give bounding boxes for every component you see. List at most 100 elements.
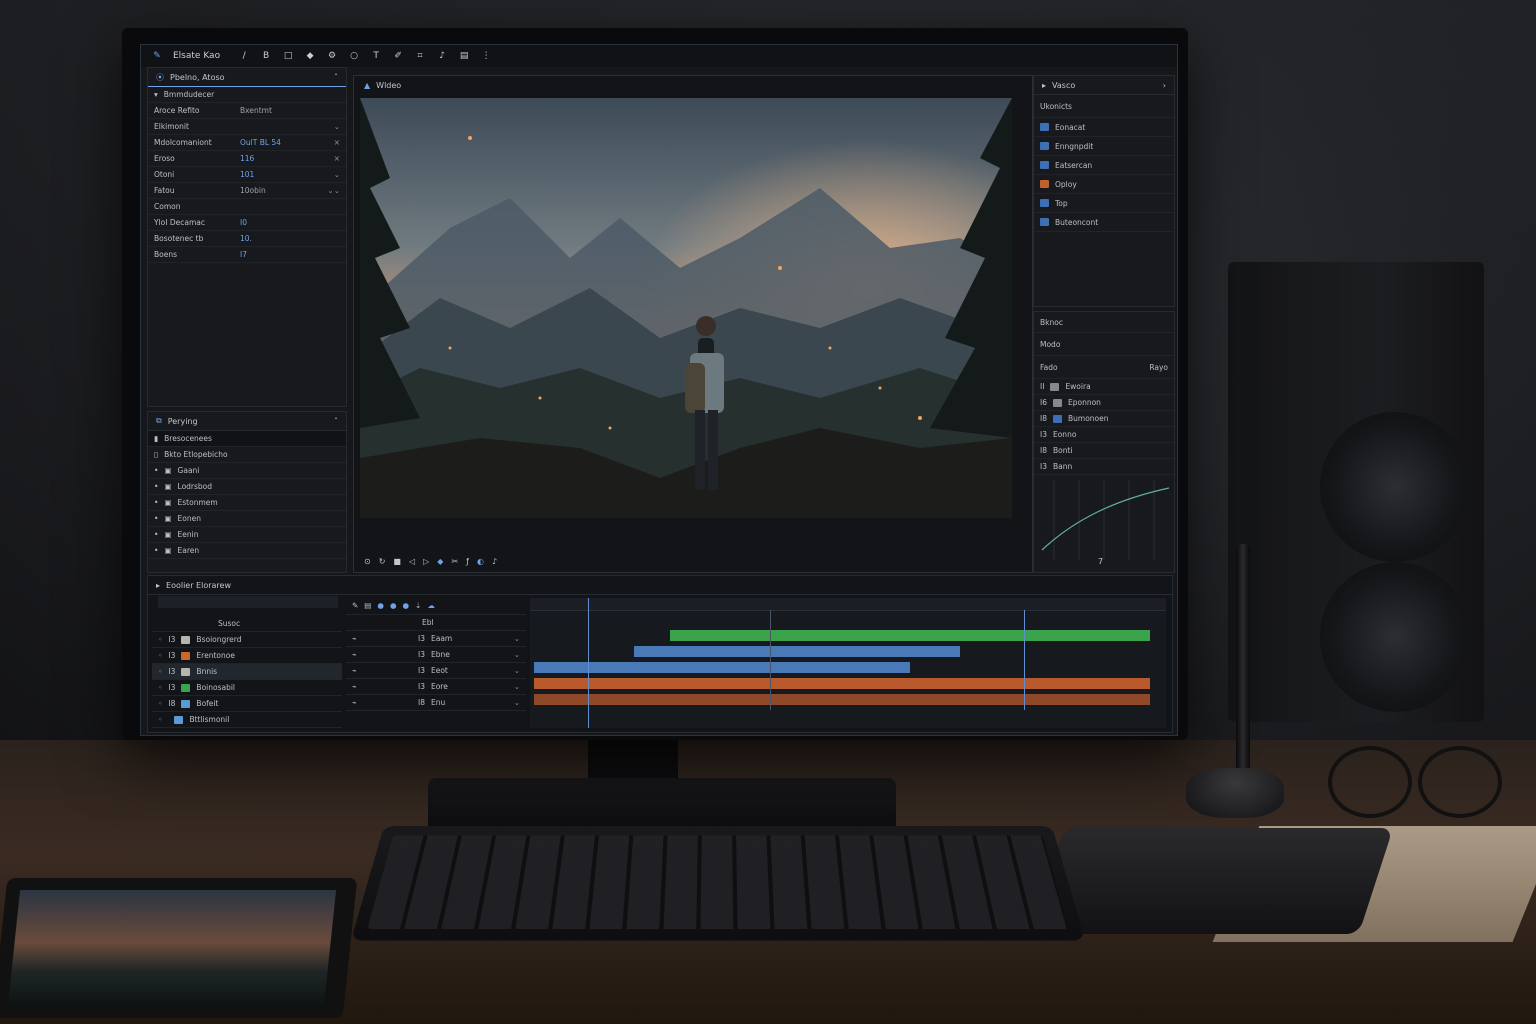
- property-row[interactable]: Fatou 10obin ⌄⌄: [148, 183, 346, 199]
- layer-item[interactable]: • ▣ Lodrsbod: [148, 479, 346, 495]
- effects-header[interactable]: ▸ Vasco ›: [1034, 76, 1174, 95]
- pen-icon[interactable]: ✎: [352, 601, 358, 610]
- property-control[interactable]: ×: [334, 154, 340, 163]
- effect-item[interactable]: Top: [1034, 194, 1174, 213]
- more-icon[interactable]: ⋮: [480, 50, 492, 62]
- eye-icon[interactable]: ◦: [158, 683, 162, 692]
- fade-field[interactable]: Fado Rayo: [1034, 356, 1174, 379]
- prop-row[interactable]: ⌁ I8 Enu ⌄: [346, 695, 526, 711]
- property-row[interactable]: Eroso 116 ×: [148, 151, 346, 167]
- mask-icon[interactable]: ◐: [477, 557, 484, 566]
- timeline-search-input[interactable]: [158, 596, 338, 608]
- fx-icon[interactable]: ƒ: [466, 557, 469, 566]
- prop-value[interactable]: Eaam: [431, 634, 452, 643]
- clip-orange[interactable]: [534, 678, 1150, 689]
- layers-search[interactable]: ▮ Bresocenees: [148, 431, 346, 447]
- effect-item[interactable]: Eatsercan: [1034, 156, 1174, 175]
- audio-icon[interactable]: ♪: [492, 557, 497, 566]
- trim-icon[interactable]: ✂: [451, 557, 458, 566]
- prop-value[interactable]: Enu: [431, 698, 445, 707]
- layer-item[interactable]: • ▣ Eenin: [148, 527, 346, 543]
- grid-icon[interactable]: ▤: [458, 50, 470, 62]
- expand-icon[interactable]: ›: [1163, 81, 1166, 90]
- visibility-icon[interactable]: •: [154, 546, 158, 555]
- property-control[interactable]: ⌄: [334, 170, 340, 179]
- pen-tool-icon[interactable]: ✎: [151, 50, 163, 62]
- layer-item[interactable]: • ▣ Eonen: [148, 511, 346, 527]
- property-control[interactable]: ×: [334, 138, 340, 147]
- layer-item[interactable]: • ▣ Gaani: [148, 463, 346, 479]
- dropdown-icon[interactable]: ⌄: [514, 634, 520, 643]
- eye-icon[interactable]: ◦: [158, 635, 162, 644]
- eye-icon[interactable]: ◦: [158, 651, 162, 660]
- curve-graph[interactable]: [1034, 480, 1174, 560]
- text-icon[interactable]: T: [370, 50, 382, 62]
- prop-handle-icon[interactable]: ⌁: [352, 634, 412, 643]
- preview-frame[interactable]: [360, 98, 1012, 518]
- property-control[interactable]: ⌄⌄: [327, 186, 340, 195]
- layer-item[interactable]: • ▣ Earen: [148, 543, 346, 559]
- pen-tool-icon[interactable]: /: [238, 50, 250, 62]
- visibility-icon[interactable]: •: [154, 498, 158, 507]
- paint-icon[interactable]: ◆: [304, 50, 316, 62]
- effect-item[interactable]: Enngnpdit: [1034, 137, 1174, 156]
- prop-handle-icon[interactable]: ⌁: [352, 650, 412, 659]
- circle-icon[interactable]: ●: [402, 601, 409, 610]
- prop-value[interactable]: Eeot: [431, 666, 448, 675]
- property-value[interactable]: 10obin: [240, 186, 320, 195]
- property-row[interactable]: Otoni 101 ⌄: [148, 167, 346, 183]
- collapse-icon[interactable]: ˆ: [334, 73, 338, 82]
- effect-item[interactable]: Eonacat: [1034, 118, 1174, 137]
- property-value[interactable]: I7: [240, 250, 320, 259]
- key-row[interactable]: I3 Bann: [1034, 459, 1174, 475]
- prop-handle-icon[interactable]: ⌁: [352, 682, 412, 691]
- property-value[interactable]: 101: [240, 170, 320, 179]
- property-value[interactable]: I0: [240, 218, 320, 227]
- frame-forward-icon[interactable]: ▷: [423, 557, 429, 566]
- clip-green[interactable]: [670, 630, 1150, 641]
- clip-blue[interactable]: [634, 646, 960, 657]
- eye-icon[interactable]: ◦: [158, 699, 162, 708]
- track-row[interactable]: ◦ I8 Bofeit: [152, 696, 342, 712]
- property-row[interactable]: YloI Decamac I0: [148, 215, 346, 231]
- track-row[interactable]: ◦ Bttlismonil: [152, 712, 342, 728]
- marker-icon[interactable]: ◆: [437, 557, 443, 566]
- square-tool-icon[interactable]: □: [282, 50, 294, 62]
- visibility-icon[interactable]: •: [154, 466, 158, 475]
- prop-row[interactable]: ⌁ I3 Eeot ⌄: [346, 663, 526, 679]
- track-row[interactable]: ◦ I3 Bnnis: [152, 664, 342, 680]
- tracks-icon[interactable]: ▤: [364, 601, 371, 610]
- circle-icon[interactable]: ●: [390, 601, 397, 610]
- prop-value[interactable]: Ebne: [431, 650, 450, 659]
- note-icon[interactable]: ♪: [436, 50, 448, 62]
- visibility-icon[interactable]: •: [154, 514, 158, 523]
- key-row[interactable]: II Ewoira: [1034, 379, 1174, 395]
- field-value[interactable]: Rayo: [1149, 363, 1168, 372]
- key-row[interactable]: I8 Bumonoen: [1034, 411, 1174, 427]
- properties-section[interactable]: ▾ Bmmdudecer: [148, 87, 346, 103]
- dropdown-icon[interactable]: ⌄: [514, 666, 520, 675]
- drop-icon[interactable]: ●: [377, 601, 384, 610]
- property-control[interactable]: ⌄: [334, 122, 340, 131]
- clip-blue[interactable]: [534, 662, 910, 673]
- visibility-icon[interactable]: •: [154, 482, 158, 491]
- dropdown-icon[interactable]: ⌄: [514, 650, 520, 659]
- properties-tab[interactable]: ⦿ Pbelno, Atoso ˆ: [148, 68, 346, 87]
- track-row[interactable]: ◦ I3 Boinosabil: [152, 680, 342, 696]
- property-row[interactable]: Comon: [148, 199, 346, 215]
- layer-item[interactable]: • ▣ Estonmem: [148, 495, 346, 511]
- brush-icon[interactable]: ✐: [392, 50, 404, 62]
- effect-item[interactable]: Buteoncont: [1034, 213, 1174, 232]
- property-value[interactable]: 116: [240, 154, 320, 163]
- frame-back-icon[interactable]: ◁: [409, 557, 415, 566]
- lasso-icon[interactable]: ○: [348, 50, 360, 62]
- property-value[interactable]: Bxentmt: [240, 106, 320, 115]
- track-row[interactable]: ◦ I3 Erentonoe: [152, 648, 342, 664]
- property-value[interactable]: OulT BL 54: [240, 138, 320, 147]
- prop-handle-icon[interactable]: ⌁: [352, 666, 412, 675]
- bold-tool-icon[interactable]: B: [260, 50, 272, 62]
- dropdown-icon[interactable]: ⌄: [514, 698, 520, 707]
- prop-row[interactable]: ⌁ I3 Ebne ⌄: [346, 647, 526, 663]
- marker-icon[interactable]: ⇣: [415, 601, 421, 610]
- stop-icon[interactable]: ■: [393, 557, 401, 566]
